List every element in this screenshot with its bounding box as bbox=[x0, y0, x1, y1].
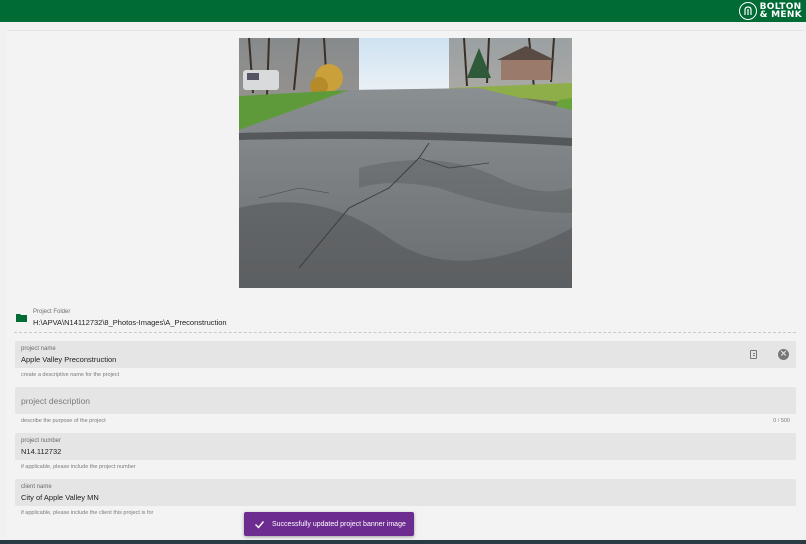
project-folder-row[interactable]: Project Folder H:\APVA\N14112732\8_Photo… bbox=[14, 307, 796, 333]
project-description-placeholder: project description bbox=[21, 396, 90, 406]
client-name-field[interactable]: client name City of Apple Valley MN bbox=[15, 479, 796, 506]
logo-wordmark: BOLTON & MENK bbox=[759, 3, 802, 20]
success-toast: Successfully updated project banner imag… bbox=[244, 512, 414, 536]
project-banner-image[interactable] bbox=[239, 38, 572, 288]
banner-photo-street bbox=[239, 38, 572, 288]
bolton-menk-logo[interactable]: BOLTON & MENK bbox=[738, 1, 802, 21]
project-description-counter: 0 / 500 bbox=[773, 418, 790, 424]
logo-line-2: & MENK bbox=[759, 10, 802, 20]
project-number-field[interactable]: project number N14.112732 bbox=[15, 433, 796, 460]
folder-icon bbox=[16, 314, 27, 322]
project-number-label: project number bbox=[21, 438, 62, 444]
project-name-label: project name bbox=[21, 346, 56, 352]
project-description-hint: describe the purpose of the project bbox=[21, 418, 106, 424]
clipboard-icon[interactable] bbox=[750, 350, 757, 359]
project-name-hint: create a descriptive name for the projec… bbox=[21, 372, 120, 378]
project-name-value[interactable]: Apple Valley Preconstruction bbox=[21, 355, 116, 364]
client-name-hint: if applicable, please include the client… bbox=[21, 510, 154, 516]
logo-mark-icon bbox=[738, 2, 757, 20]
top-app-bar: BOLTON & MENK bbox=[0, 0, 806, 22]
clear-icon[interactable]: × bbox=[778, 349, 789, 360]
project-folder-path: H:\APVA\N14112732\8_Photos-Images\A_Prec… bbox=[33, 318, 227, 327]
bottom-taskbar-edge bbox=[0, 540, 806, 544]
project-name-field[interactable]: project name Apple Valley Preconstructio… bbox=[15, 341, 796, 368]
project-description-field[interactable]: project description bbox=[15, 387, 796, 414]
project-number-value[interactable]: N14.112732 bbox=[21, 447, 61, 456]
check-icon bbox=[255, 520, 265, 529]
client-name-value[interactable]: City of Apple Valley MN bbox=[21, 493, 99, 502]
project-number-hint: if applicable, please include the projec… bbox=[21, 464, 136, 470]
project-folder-label: Project Folder bbox=[33, 309, 71, 315]
client-name-label: client name bbox=[21, 484, 52, 490]
toast-message: Successfully updated project banner imag… bbox=[272, 520, 406, 528]
